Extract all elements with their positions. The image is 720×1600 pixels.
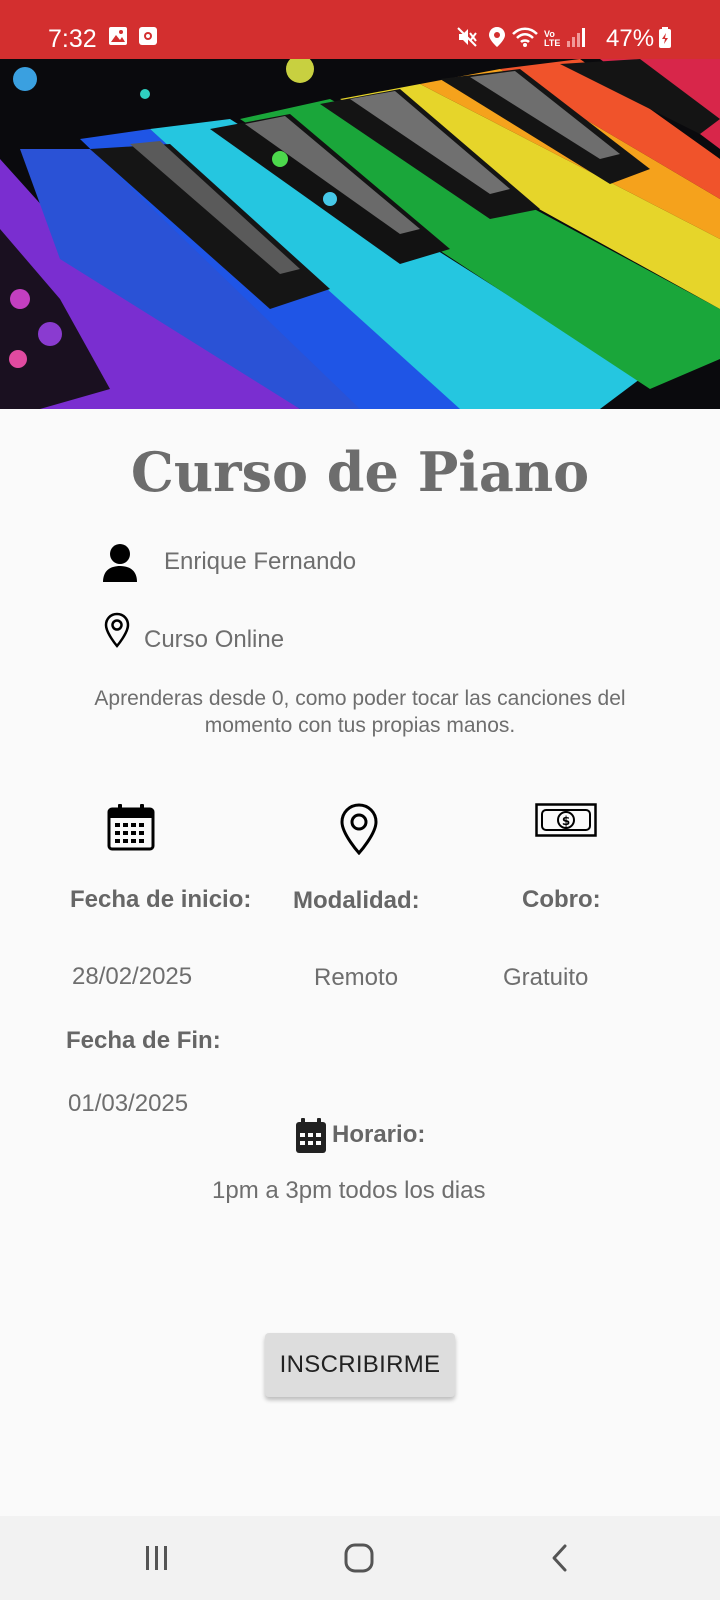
start-date-label: Fecha de inicio: (70, 886, 252, 913)
recent-apps-button[interactable] (127, 1536, 187, 1580)
location-icon (488, 26, 506, 53)
calendar-notification-icon (138, 26, 158, 51)
cost-value: Gratuito (503, 964, 589, 991)
mode-value: Remoto (314, 964, 399, 991)
course-location: Curso Online (144, 626, 285, 653)
course-banner-image (0, 59, 720, 409)
schedule-value: 1pm a 3pm todos los dias (212, 1177, 486, 1204)
svg-text:$: $ (562, 814, 570, 828)
mode-label: Modalidad: (293, 887, 420, 914)
person-icon (102, 543, 138, 588)
back-icon (552, 1544, 567, 1572)
start-date-value: 28/02/2025 (72, 963, 193, 990)
cost-label: Cobro: (522, 886, 601, 913)
calendar-icon (295, 1118, 327, 1159)
back-button[interactable] (530, 1536, 590, 1580)
status-time: 7:32 (48, 25, 97, 53)
instructor-name: Enrique Fernando (164, 548, 357, 575)
volte-icon: Vo LTE (544, 29, 561, 48)
status-bar: 7:32 Vo LTE 47% (0, 0, 720, 59)
battery-icon (658, 27, 672, 54)
navigation-bar (0, 1516, 720, 1600)
course-description: Aprenderas desde 0, como poder tocar las… (94, 687, 626, 737)
end-date-value: 01/03/2025 (68, 1090, 189, 1117)
enroll-button[interactable]: INSCRIBIRME (265, 1333, 455, 1397)
end-date-label: Fecha de Fin: (66, 1027, 221, 1054)
battery-percentage: 47% (606, 25, 655, 52)
calendar-icon (107, 803, 155, 856)
wifi-icon (512, 26, 538, 53)
home-icon (344, 1543, 374, 1573)
mute-icon (456, 26, 478, 53)
image-notification-icon (108, 26, 128, 51)
location-pin-icon (104, 612, 130, 653)
money-bill-icon: $ (535, 803, 597, 842)
signal-icon (566, 26, 588, 53)
rainbow-piano-keys-image (0, 59, 720, 409)
home-button[interactable] (329, 1536, 389, 1580)
course-title: Curso de Piano (130, 440, 590, 504)
schedule-label: Horario: (332, 1121, 426, 1148)
recent-apps-icon (146, 1546, 167, 1570)
location-pin-icon (340, 803, 378, 860)
